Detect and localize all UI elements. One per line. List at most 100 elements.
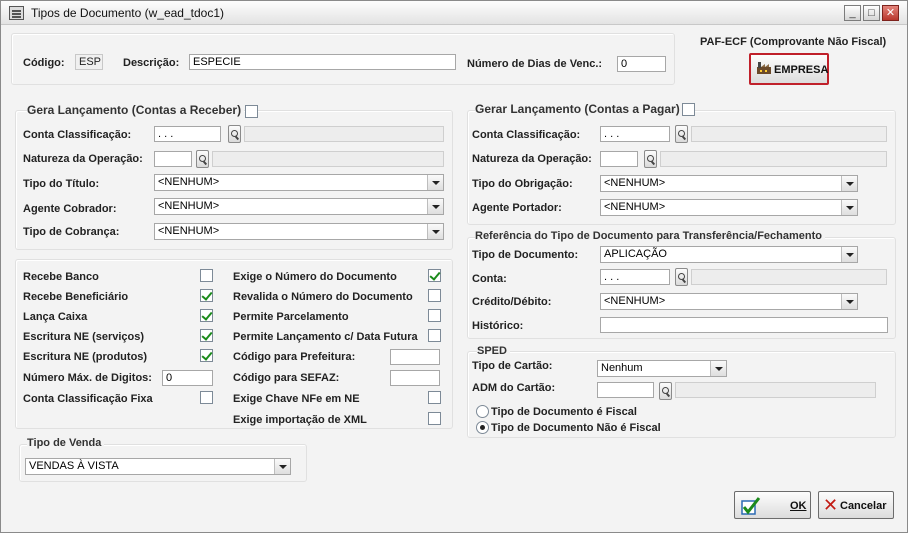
permite-parcelamento-label: Permite Parcelamento: [233, 311, 349, 323]
doc-nao-fiscal-label: Tipo de Documento Não é Fiscal: [491, 422, 661, 434]
tipo-cartao-label: Tipo de Cartão:: [472, 360, 553, 372]
pagar-natureza-description: [660, 151, 887, 167]
adm-cartao-field[interactable]: [597, 382, 654, 398]
revalida-numero-checkbox[interactable]: [428, 289, 441, 302]
tipo-titulo-select[interactable]: <NENHUM>: [154, 174, 444, 191]
window-title: Tipos de Documento (w_ead_tdoc1): [31, 6, 224, 20]
title-bar: Tipos de Documento (w_ead_tdoc1) _ □ ✕: [1, 1, 907, 25]
ok-button-label: OK: [790, 500, 807, 512]
minimize-button[interactable]: _: [844, 5, 861, 21]
cancel-button[interactable]: ✕ Cancelar: [818, 491, 894, 519]
agente-portador-select[interactable]: <NENHUM>: [600, 199, 858, 216]
gera-lancamento-receber-checkbox[interactable]: [245, 105, 258, 118]
maximize-button[interactable]: □: [863, 5, 880, 21]
codigo-sefaz-label: Código para SEFAZ:: [233, 372, 340, 384]
credito-debito-value: <NENHUM>: [604, 295, 666, 307]
ref-conta-label: Conta:: [472, 273, 507, 285]
agente-cobrador-value: <NENHUM>: [158, 200, 220, 212]
ref-conta-field[interactable]: . . .: [600, 269, 670, 285]
codigo-prefeitura-field[interactable]: [390, 349, 440, 365]
historico-field[interactable]: [600, 317, 888, 333]
ref-tipo-doc-select[interactable]: APLICAÇÃO: [600, 246, 858, 263]
codigo-sefaz-field[interactable]: [390, 370, 440, 386]
agente-cobrador-select[interactable]: <NENHUM>: [154, 198, 444, 215]
recebe-banco-label: Recebe Banco: [23, 271, 99, 283]
chevron-down-icon[interactable]: [841, 247, 857, 262]
tipo-venda-title: Tipo de Venda: [27, 437, 105, 449]
gera-lancamento-pagar-checkbox[interactable]: [682, 103, 695, 116]
tipo-cobranca-select[interactable]: <NENHUM>: [154, 223, 444, 240]
doc-fiscal-radio[interactable]: [476, 405, 489, 418]
pagar-conta-field[interactable]: . . .: [600, 126, 670, 142]
adm-cartao-label: ADM do Cartão:: [472, 382, 556, 394]
credito-debito-label: Crédito/Débito:: [472, 296, 552, 308]
adm-cartao-lookup-icon[interactable]: [659, 382, 672, 400]
receber-natureza-lookup-icon[interactable]: [196, 150, 209, 168]
escritura-produtos-checkbox[interactable]: [200, 349, 213, 362]
doc-nao-fiscal-radio[interactable]: [476, 421, 489, 434]
tipo-cartao-select[interactable]: Nenhum: [597, 360, 727, 377]
agente-cobrador-label: Agente Cobrador:: [23, 203, 117, 215]
escritura-servicos-checkbox[interactable]: [200, 329, 213, 342]
form-client-area: Código: ESP Descrição: ESPECIE Número de…: [5, 27, 903, 530]
chevron-down-icon[interactable]: [710, 361, 726, 376]
conta-fixa-label: Conta Classificação Fixa: [23, 393, 153, 405]
conta-fixa-checkbox[interactable]: [200, 391, 213, 404]
chevron-down-icon[interactable]: [427, 199, 443, 214]
credito-debito-select[interactable]: <NENHUM>: [600, 293, 858, 310]
max-digitos-field[interactable]: 0: [162, 370, 213, 386]
recebe-beneficiario-checkbox[interactable]: [200, 289, 213, 302]
receber-conta-lookup-icon[interactable]: [228, 125, 241, 143]
permite-parcelamento-checkbox[interactable]: [428, 309, 441, 322]
dias-venc-label: Número de Dias de Venc.:: [467, 58, 603, 70]
dias-venc-field[interactable]: 0: [617, 56, 666, 72]
codigo-field[interactable]: ESP: [75, 54, 103, 70]
pagar-natureza-lookup-icon[interactable]: [644, 150, 657, 168]
receber-conta-description: [244, 126, 444, 142]
receber-conta-field[interactable]: . . .: [154, 126, 221, 142]
exige-chave-checkbox[interactable]: [428, 391, 441, 404]
lanca-caixa-checkbox[interactable]: [200, 309, 213, 322]
pagar-conta-label: Conta Classificação:: [472, 129, 581, 141]
ok-button[interactable]: OK: [734, 491, 811, 519]
receber-conta-label: Conta Classificação:: [23, 129, 132, 141]
factory-icon: [757, 62, 771, 74]
close-button[interactable]: ✕: [882, 5, 899, 21]
exige-numero-checkbox[interactable]: [428, 269, 441, 282]
adm-cartao-description: [675, 382, 876, 398]
chevron-down-icon[interactable]: [841, 176, 857, 191]
pagar-conta-lookup-icon[interactable]: [675, 125, 688, 143]
receber-natureza-field[interactable]: [154, 151, 192, 167]
pagar-conta-description: [691, 126, 887, 142]
recebe-banco-checkbox[interactable]: [200, 269, 213, 282]
tipo-cartao-value: Nenhum: [601, 362, 643, 374]
tipo-titulo-value: <NENHUM>: [158, 176, 220, 188]
referencia-title: Referência do Tipo de Documento para Tra…: [475, 230, 825, 242]
exige-numero-label: Exige o Número do Documento: [233, 271, 397, 283]
empresa-button-label: EMPRESA: [774, 64, 829, 76]
recebe-beneficiario-label: Recebe Beneficiário: [23, 291, 129, 303]
tipo-obrigacao-select[interactable]: <NENHUM>: [600, 175, 858, 192]
chevron-down-icon[interactable]: [841, 294, 857, 309]
sped-title: SPED: [477, 345, 510, 357]
codigo-label: Código:: [23, 57, 65, 69]
chevron-down-icon[interactable]: [427, 175, 443, 190]
chevron-down-icon[interactable]: [427, 224, 443, 239]
empresa-button[interactable]: EMPRESA: [749, 53, 829, 85]
doc-fiscal-label: Tipo de Documento é Fiscal: [491, 406, 637, 418]
chevron-down-icon[interactable]: [274, 459, 290, 474]
window-app-icon: [9, 6, 24, 20]
tipo-venda-select[interactable]: VENDAS À VISTA: [25, 458, 291, 475]
contas-pagar-title: Gerar Lançamento (Contas a Pagar): [475, 102, 683, 116]
tipo-obrigacao-label: Tipo do Obrigação:: [472, 178, 573, 190]
ref-conta-description: [691, 269, 887, 285]
tipo-titulo-label: Tipo do Título:: [23, 178, 100, 190]
permite-lancamento-checkbox[interactable]: [428, 329, 441, 342]
pagar-natureza-field[interactable]: [600, 151, 638, 167]
descricao-field[interactable]: ESPECIE: [189, 54, 456, 70]
chevron-down-icon[interactable]: [841, 200, 857, 215]
descricao-label: Descrição:: [123, 57, 180, 69]
tipo-cobranca-value: <NENHUM>: [158, 225, 220, 237]
ref-conta-lookup-icon[interactable]: [675, 268, 688, 286]
exige-xml-checkbox[interactable]: [428, 412, 441, 425]
